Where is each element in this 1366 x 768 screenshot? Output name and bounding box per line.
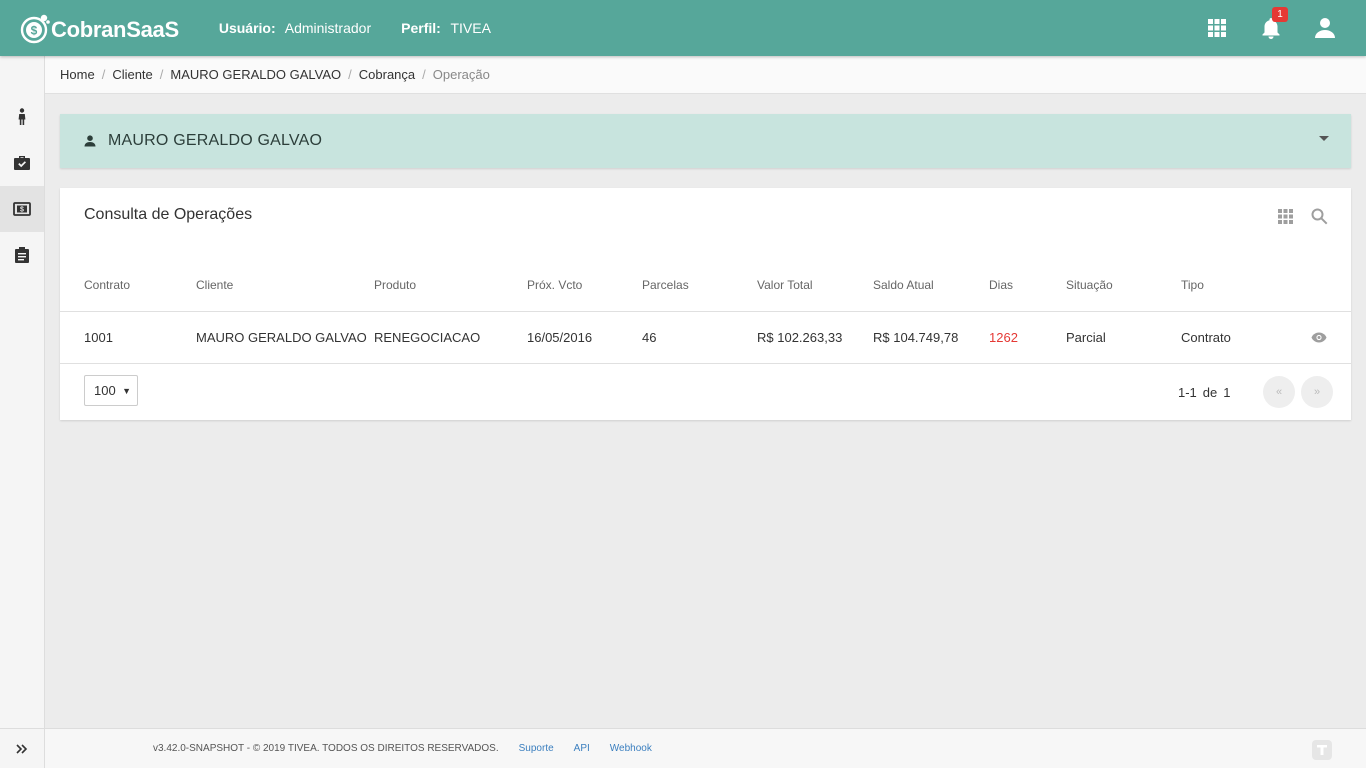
logo-icon: $ bbox=[19, 13, 50, 44]
breadcrumb-client-name[interactable]: MAURO GERALDO GALVAO bbox=[170, 67, 341, 82]
cell-saldo-atual: R$ 104.749,78 bbox=[873, 330, 959, 345]
cell-situacao: Parcial bbox=[1066, 330, 1106, 345]
columns-button[interactable] bbox=[1275, 206, 1295, 226]
account-icon bbox=[1315, 18, 1335, 38]
pagination-total: 1 bbox=[1223, 385, 1231, 400]
search-icon bbox=[1311, 208, 1327, 224]
page-size-select[interactable]: 100 ▼ bbox=[84, 375, 138, 406]
search-button[interactable] bbox=[1309, 206, 1329, 226]
sidebar-item-person[interactable] bbox=[0, 94, 44, 140]
table-header: Contrato Cliente Produto Próx. Vcto Parc… bbox=[60, 272, 1351, 312]
svg-text:$: $ bbox=[20, 207, 24, 214]
column-header[interactable]: Produto bbox=[374, 272, 416, 311]
app-logo[interactable]: $ CobranSaaS bbox=[19, 13, 179, 44]
breadcrumb: Home / Cliente / MAURO GERALDO GALVAO / … bbox=[45, 56, 1366, 94]
card-title: Consulta de Operações bbox=[84, 206, 253, 223]
page-size-value: 100 bbox=[94, 383, 116, 398]
footer-link-suporte[interactable]: Suporte bbox=[519, 743, 554, 754]
column-header[interactable]: Contrato bbox=[84, 272, 130, 311]
apps-button[interactable] bbox=[1190, 0, 1244, 56]
briefcase-check-icon bbox=[14, 156, 30, 170]
footer-copyright: v3.42.0-SNAPSHOT - © 2019 TIVEA. TODOS O… bbox=[153, 743, 499, 754]
profile-value: TIVEA bbox=[450, 20, 491, 36]
sidebar-item-clipboard[interactable] bbox=[0, 232, 44, 278]
svg-text:$: $ bbox=[31, 24, 38, 38]
cell-valor-total: R$ 102.263,33 bbox=[757, 330, 843, 345]
sidebar-expand-button[interactable] bbox=[0, 728, 44, 768]
footer-link-api[interactable]: API bbox=[574, 743, 590, 754]
clipboard-icon bbox=[15, 247, 29, 263]
user-info: Usuário: Administrador Perfil: TIVEA bbox=[219, 20, 521, 36]
cell-parcelas: 46 bbox=[642, 330, 657, 345]
breadcrumb-home[interactable]: Home bbox=[60, 67, 95, 82]
table-row[interactable]: 1001 MAURO GERALDO GALVAO RENEGOCIACAO 1… bbox=[60, 312, 1351, 364]
cell-tipo: Contrato bbox=[1181, 330, 1231, 345]
app-name: CobranSaaS bbox=[51, 17, 179, 42]
footer-link-webhook[interactable]: Webhook bbox=[610, 743, 652, 754]
eye-icon bbox=[1311, 332, 1327, 343]
client-name: MAURO GERALDO GALVAO bbox=[108, 132, 323, 149]
column-header[interactable]: Tipo bbox=[1181, 272, 1204, 311]
profile-label: Perfil: bbox=[401, 20, 441, 36]
brand-logo-icon bbox=[1312, 740, 1332, 760]
top-bar: $ CobranSaaS Usuário: Administrador Perf… bbox=[0, 0, 1366, 56]
apps-grid-icon bbox=[1208, 19, 1226, 37]
operations-card: Consulta de Operações Contrato Cliente P… bbox=[60, 188, 1351, 420]
column-header[interactable]: Saldo Atual bbox=[873, 272, 934, 311]
column-header[interactable]: Cliente bbox=[196, 272, 233, 311]
caret-down-icon: ▼ bbox=[122, 386, 131, 396]
footer: v3.42.0-SNAPSHOT - © 2019 TIVEA. TODOS O… bbox=[45, 728, 1366, 768]
breadcrumb-current: Operação bbox=[432, 67, 490, 82]
cell-contrato: 1001 bbox=[84, 330, 113, 345]
sidebar-item-money[interactable]: $ bbox=[0, 186, 44, 232]
pagination-info: 1-1 de 1 bbox=[1178, 385, 1231, 400]
breadcrumb-cobranca[interactable]: Cobrança bbox=[359, 67, 415, 82]
prev-page-button[interactable]: « bbox=[1263, 376, 1295, 408]
cell-cliente: MAURO GERALDO GALVAO bbox=[196, 330, 367, 345]
person-icon bbox=[84, 135, 96, 147]
cell-produto: RENEGOCIACAO bbox=[374, 330, 481, 345]
pagination-range: 1-1 bbox=[1178, 385, 1197, 400]
pagination-of: de bbox=[1202, 385, 1218, 400]
chevron-right-icon: » bbox=[1313, 386, 1321, 398]
column-header[interactable]: Valor Total bbox=[757, 272, 813, 311]
column-header[interactable]: Parcelas bbox=[642, 272, 689, 311]
view-button[interactable] bbox=[1311, 312, 1327, 363]
column-header[interactable]: Próx. Vcto bbox=[527, 272, 582, 311]
column-header[interactable]: Dias bbox=[989, 272, 1013, 311]
cell-prox-vcto: 16/05/2016 bbox=[527, 330, 593, 345]
chevron-left-icon: « bbox=[1275, 386, 1283, 398]
column-header[interactable]: Situação bbox=[1066, 272, 1113, 311]
breadcrumb-cliente[interactable]: Cliente bbox=[112, 67, 152, 82]
client-panel-header[interactable]: MAURO GERALDO GALVAO bbox=[60, 114, 1351, 168]
next-page-button[interactable]: » bbox=[1301, 376, 1333, 408]
sidebar-item-briefcase[interactable] bbox=[0, 140, 44, 186]
notifications-button[interactable]: 1 bbox=[1244, 0, 1298, 56]
account-button[interactable] bbox=[1298, 0, 1352, 56]
notification-badge: 1 bbox=[1272, 7, 1288, 22]
sidebar: $ bbox=[0, 56, 45, 768]
grid-icon bbox=[1277, 208, 1293, 224]
money-icon: $ bbox=[13, 202, 31, 216]
double-chevron-right-icon bbox=[16, 743, 28, 754]
cell-dias: 1262 bbox=[989, 330, 1018, 345]
user-value: Administrador bbox=[284, 20, 372, 36]
person-icon bbox=[18, 108, 26, 125]
user-label: Usuário: bbox=[218, 20, 276, 36]
caret-down-icon[interactable] bbox=[1319, 136, 1329, 142]
